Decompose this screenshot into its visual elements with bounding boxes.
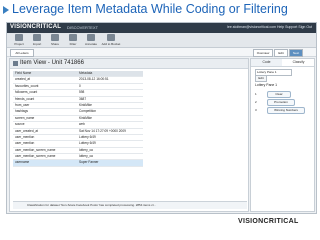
field-name-cell: friends_count xyxy=(15,96,35,101)
code-clear[interactable]: Clear xyxy=(267,91,291,98)
metadata-value-cell: 2013-08-12 16:00:51 xyxy=(79,77,109,82)
app-header: VISIONCRITICAL DISCOVERTEXT lee.stoltman… xyxy=(7,23,316,33)
field-name-cell: user_mention xyxy=(15,141,35,146)
share-icon xyxy=(51,34,59,41)
annotate-icon xyxy=(87,34,95,41)
code-item[interactable]: 1 Clear xyxy=(255,91,310,98)
filter-icon xyxy=(69,34,77,41)
code-panel: Code Classify Lottery Pane 1 Edit Lotter… xyxy=(250,58,315,212)
import-icon xyxy=(33,34,41,41)
field-name-cell: user_mention_screen_name xyxy=(15,147,56,152)
field-name-cell: screen_name xyxy=(15,115,35,120)
product-name: DISCOVERTEXT xyxy=(67,25,99,30)
code-item[interactable]: 2 Promotion xyxy=(255,99,310,106)
field-name-cell: from_user xyxy=(15,102,30,107)
item-view-title: Item View - Unit 741866 xyxy=(20,60,84,66)
tab-code[interactable]: Code xyxy=(251,59,282,66)
next-button[interactable]: Next xyxy=(289,49,303,57)
table-row[interactable]: username Super Fanner xyxy=(13,160,143,167)
code-winning-numbers[interactable]: Winning Numbers xyxy=(267,107,305,114)
metadata-value-cell: 598 xyxy=(79,90,85,95)
code-item[interactable]: 3 Winning Numbers xyxy=(255,107,310,114)
main-toolbar: Project Import Share Filter Annotate Add… xyxy=(7,33,316,48)
user-links[interactable]: lee.stoltman@visioncritical.com Help Sup… xyxy=(227,25,312,29)
metadata-value-cell: KinkMike xyxy=(79,115,92,120)
metadata-value-cell: 3687 xyxy=(79,96,87,101)
field-name-cell: user_mention xyxy=(15,134,35,139)
status-footer: Classification for dataset 'Non-Scare Fa… xyxy=(13,201,247,209)
metadata-value-cell: Lottery 6/49 xyxy=(79,141,96,146)
code-edit-button[interactable]: Edit xyxy=(255,75,267,82)
sub-toolbar: All Letters Overview Edit Next xyxy=(7,48,316,57)
annotate-button[interactable]: Annotate xyxy=(83,34,99,46)
app-logo: VISIONCRITICAL xyxy=(10,24,62,30)
metadata-value-cell: KinkMike xyxy=(79,102,92,107)
metadata-value-cell: Competition xyxy=(79,109,97,114)
metadata-value-cell: lottery_ca xyxy=(79,154,93,159)
bullet-arrow-icon xyxy=(3,6,9,14)
field-name-cell: user_mention_screen_name xyxy=(15,154,56,159)
metadata-value-cell: lottery_ca xyxy=(79,147,93,152)
metadata-value-cell: 0 xyxy=(79,83,81,88)
metadata-value-cell: Super Fanner xyxy=(79,160,99,165)
app-window: VISIONCRITICAL DISCOVERTEXT lee.stoltman… xyxy=(6,22,317,214)
filter-button[interactable]: Filter xyxy=(65,34,81,46)
metadata-value-cell: Lottery 6/49 xyxy=(79,134,96,139)
tab-classify[interactable]: Classify xyxy=(283,59,314,66)
metadata-value-cell: web xyxy=(79,122,85,127)
folder-icon xyxy=(15,34,23,41)
item-view-panel: Item View - Unit 741866 Field Name Metad… xyxy=(9,58,249,212)
metadata-table: Field Name Metadata created_at 2013-08-12… xyxy=(13,71,143,167)
add-to-bucket-button[interactable]: Add to Bucket xyxy=(101,34,121,46)
field-name-cell: followers_count xyxy=(15,90,38,95)
field-name-cell: favourites_count xyxy=(15,83,39,88)
field-name-cell: created_at xyxy=(15,77,31,82)
slide-title-text: Leverage Item Metadata While Coding or F… xyxy=(12,2,288,16)
metadata-value-cell: Sat Nov 14 17:27:09 +0000 2009 xyxy=(79,128,126,133)
field-name-cell: user_created_at xyxy=(15,128,39,133)
bucket-icon xyxy=(107,34,115,41)
code-promotion[interactable]: Promotion xyxy=(267,99,295,106)
import-button[interactable]: Import xyxy=(29,34,45,46)
edit-button[interactable]: Edit xyxy=(274,49,288,57)
brand-logo: VISIONCRITICAL xyxy=(238,218,299,225)
field-name-cell: source xyxy=(15,122,25,127)
project-button[interactable]: Project xyxy=(11,34,27,46)
code-set-heading: Lottery Pane 1 xyxy=(255,83,278,87)
code-panel-tabs: Code Classify xyxy=(251,59,314,67)
field-name-cell: hashtags xyxy=(15,109,28,114)
item-view-header: Item View - Unit 741866 xyxy=(10,59,248,69)
column-metadata[interactable]: Metadata xyxy=(79,71,143,76)
item-icon xyxy=(13,61,18,66)
field-name-cell: username xyxy=(15,160,30,165)
slide-title: Leverage Item Metadata While Coding or F… xyxy=(0,0,320,22)
column-field-name[interactable]: Field Name xyxy=(15,71,77,76)
share-button[interactable]: Share xyxy=(47,34,63,46)
all-letters-button[interactable]: All Letters xyxy=(10,49,34,57)
overview-button[interactable]: Overview xyxy=(253,49,273,57)
status-message: Classification for dataset 'Non-Scare Fa… xyxy=(27,203,156,207)
